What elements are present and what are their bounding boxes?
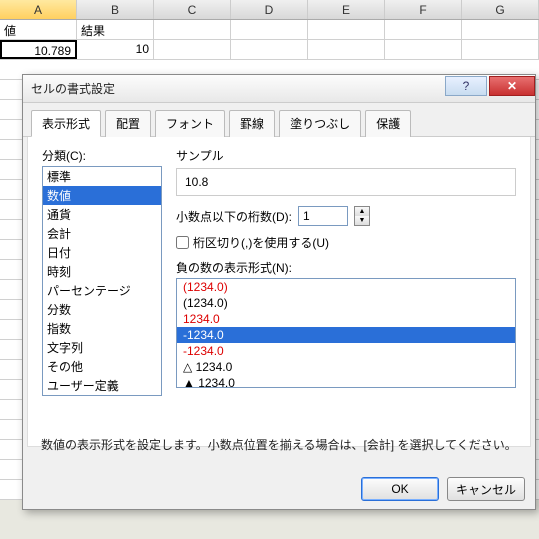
tab-protection[interactable]: 保護 xyxy=(365,110,411,137)
cell[interactable] xyxy=(462,40,539,59)
category-item[interactable]: 時刻 xyxy=(43,262,161,281)
col-header-f[interactable]: F xyxy=(385,0,462,19)
close-button[interactable]: ✕ xyxy=(489,76,535,96)
cancel-button[interactable]: キャンセル xyxy=(447,477,525,501)
category-label: 分類(C): xyxy=(42,147,162,164)
tab-border[interactable]: 罫線 xyxy=(229,110,275,137)
ok-button[interactable]: OK xyxy=(361,477,439,501)
col-header-d[interactable]: D xyxy=(231,0,308,19)
tab-number-format[interactable]: 表示形式 xyxy=(31,110,101,137)
category-item[interactable]: 数値 xyxy=(43,186,161,205)
category-item[interactable]: その他 xyxy=(43,357,161,376)
cell[interactable] xyxy=(308,40,385,59)
category-item[interactable]: 会計 xyxy=(43,224,161,243)
col-header-e[interactable]: E xyxy=(308,0,385,19)
close-icon: ✕ xyxy=(507,79,517,93)
button-bar: OK キャンセル xyxy=(361,477,525,501)
negative-format-item[interactable]: △ 1234.0 xyxy=(177,359,515,375)
category-item[interactable]: 指数 xyxy=(43,319,161,338)
table-row: 値 結果 xyxy=(0,20,539,40)
help-text: 数値の表示形式を設定します。小数点位置を揃える場合は、[会計] を選択してくださ… xyxy=(41,436,517,453)
cell[interactable] xyxy=(154,40,231,59)
cell-a1[interactable]: 値 xyxy=(0,20,77,39)
spinner-buttons[interactable]: ▲ ▼ xyxy=(354,206,370,226)
category-item[interactable]: 標準 xyxy=(43,167,161,186)
decimal-places-label: 小数点以下の桁数(D): xyxy=(176,208,292,225)
spinner-down-icon[interactable]: ▼ xyxy=(355,216,369,225)
cell-a2-selected[interactable]: 10.789 xyxy=(0,40,77,59)
negative-format-item[interactable]: (1234.0) xyxy=(177,279,515,295)
help-icon: ? xyxy=(463,79,470,93)
cell[interactable] xyxy=(385,40,462,59)
tab-font[interactable]: フォント xyxy=(155,110,225,137)
cell[interactable] xyxy=(385,20,462,39)
help-button[interactable]: ? xyxy=(445,76,487,96)
tabs: 表示形式 配置 フォント 罫線 塗りつぶし 保護 xyxy=(23,103,535,137)
cell[interactable] xyxy=(308,20,385,39)
category-item[interactable]: 日付 xyxy=(43,243,161,262)
thousand-separator-label: 桁区切り(,)を使用する(U) xyxy=(193,234,329,251)
cell[interactable] xyxy=(462,20,539,39)
negative-format-label: 負の数の表示形式(N): xyxy=(176,259,516,276)
cell-b1[interactable]: 結果 xyxy=(77,20,154,39)
titlebar[interactable]: セルの書式設定 ? ✕ xyxy=(23,75,535,103)
category-item[interactable]: パーセンテージ xyxy=(43,281,161,300)
negative-format-item[interactable]: -1234.0 xyxy=(177,327,515,343)
category-item[interactable]: 通貨 xyxy=(43,205,161,224)
sample-label: サンプル xyxy=(176,147,516,164)
category-item[interactable]: 文字列 xyxy=(43,338,161,357)
cell[interactable] xyxy=(154,20,231,39)
decimal-places-input[interactable] xyxy=(298,206,348,226)
format-cells-dialog: セルの書式設定 ? ✕ 表示形式 配置 フォント 罫線 塗りつぶし 保護 分類(… xyxy=(22,74,536,510)
tab-alignment[interactable]: 配置 xyxy=(105,110,151,137)
sample-value: 10.8 xyxy=(185,175,208,189)
cell[interactable] xyxy=(231,40,308,59)
col-header-b[interactable]: B xyxy=(77,0,154,19)
category-item[interactable]: ユーザー定義 xyxy=(43,376,161,395)
tab-fill[interactable]: 塗りつぶし xyxy=(279,110,361,137)
category-item[interactable]: 分数 xyxy=(43,300,161,319)
negative-format-item[interactable]: 1234.0 xyxy=(177,311,515,327)
table-row: 10.789 10 xyxy=(0,40,539,60)
col-header-a[interactable]: A xyxy=(0,0,77,19)
tab-content: 分類(C): 標準 数値 通貨 会計 日付 時刻 パーセンテージ 分数 指数 文… xyxy=(27,137,531,447)
negative-format-item[interactable]: (1234.0) xyxy=(177,295,515,311)
dialog-title: セルの書式設定 xyxy=(31,80,115,97)
thousand-separator-checkbox[interactable] xyxy=(176,236,189,249)
col-header-c[interactable]: C xyxy=(154,0,231,19)
col-header-g[interactable]: G xyxy=(462,0,539,19)
negative-format-listbox[interactable]: (1234.0) (1234.0) 1234.0 -1234.0 -1234.0… xyxy=(176,278,516,388)
negative-format-item[interactable]: -1234.0 xyxy=(177,343,515,359)
spinner-up-icon[interactable]: ▲ xyxy=(355,207,369,216)
cell-b2[interactable]: 10 xyxy=(77,40,154,59)
column-headers: A B C D E F G xyxy=(0,0,539,20)
sample-box: 10.8 xyxy=(176,168,516,196)
negative-format-item[interactable]: ▲ 1234.0 xyxy=(177,375,515,388)
category-listbox[interactable]: 標準 数値 通貨 会計 日付 時刻 パーセンテージ 分数 指数 文字列 その他 … xyxy=(42,166,162,396)
cell[interactable] xyxy=(231,20,308,39)
